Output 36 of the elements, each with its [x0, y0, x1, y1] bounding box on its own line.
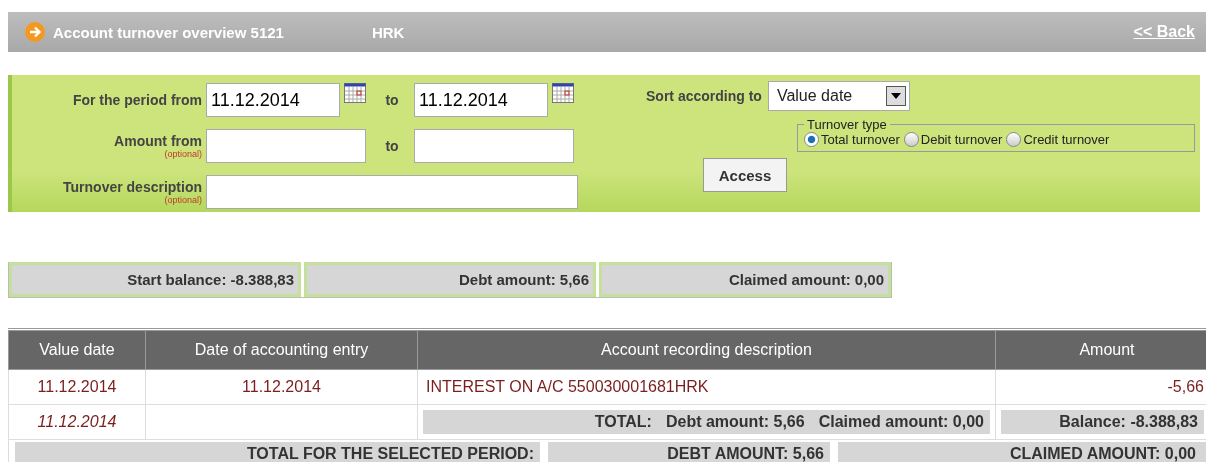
- table-cell: 11.12.2014: [8, 404, 146, 440]
- summary-cell: Claimed amount: 0,00: [599, 262, 891, 297]
- sort-select[interactable]: Value date: [767, 81, 910, 111]
- turnover-radio[interactable]: Total turnover: [804, 132, 900, 147]
- balance-total: Balance: -8.388,83: [1001, 410, 1204, 434]
- optional-hint: (optional): [164, 149, 202, 159]
- currency-label: HRK: [371, 23, 405, 41]
- date-from-field[interactable]: 11.12.2014: [206, 83, 340, 117]
- summary-cell: Debt amount: 5,66: [304, 262, 596, 297]
- turnover-radio[interactable]: Credit turnover: [1006, 132, 1110, 147]
- description-label: Turnover description: [63, 179, 202, 195]
- column-header: Value date: [8, 329, 146, 370]
- column-header: Date of accounting entry: [145, 329, 418, 370]
- table-cell: 11.12.2014: [145, 369, 418, 405]
- column-header: Amount: [995, 329, 1206, 370]
- debt-total: Debt amount: 5,66: [665, 413, 805, 431]
- optional-hint: (optional): [164, 195, 202, 205]
- access-button[interactable]: Access: [703, 158, 787, 192]
- period-label: For the period from: [72, 92, 202, 108]
- to-label: to: [384, 138, 400, 154]
- summary-cell: Start balance: -8.388,83: [9, 262, 301, 297]
- period-total-label: TOTAL FOR THE SELECTED PERIOD:: [15, 442, 540, 462]
- claimed-total: Claimed amount: 0,00: [818, 413, 984, 431]
- total-label: TOTAL:: [594, 413, 652, 431]
- table-cell: 11.12.2014: [8, 369, 146, 405]
- turnover-type-legend: Turnover type: [804, 117, 890, 132]
- page-title: Account turnover overview 5121: [53, 23, 284, 41]
- amount-label: Amount from: [114, 133, 202, 149]
- table-cell: INTEREST ON A/C 550030001681HRK: [417, 369, 996, 405]
- date-to-field[interactable]: 11.12.2014: [414, 83, 548, 117]
- to-label: to: [384, 92, 400, 108]
- period-debt: DEBT AMOUNT: 5,66: [548, 442, 830, 462]
- sort-label: Sort according to: [646, 88, 762, 104]
- column-header: Account recording description: [417, 329, 996, 370]
- turnover-radio[interactable]: Debit turnover: [903, 132, 1003, 147]
- period-claimed: CLAIMED AMOUNT: 0,00: [838, 442, 1206, 462]
